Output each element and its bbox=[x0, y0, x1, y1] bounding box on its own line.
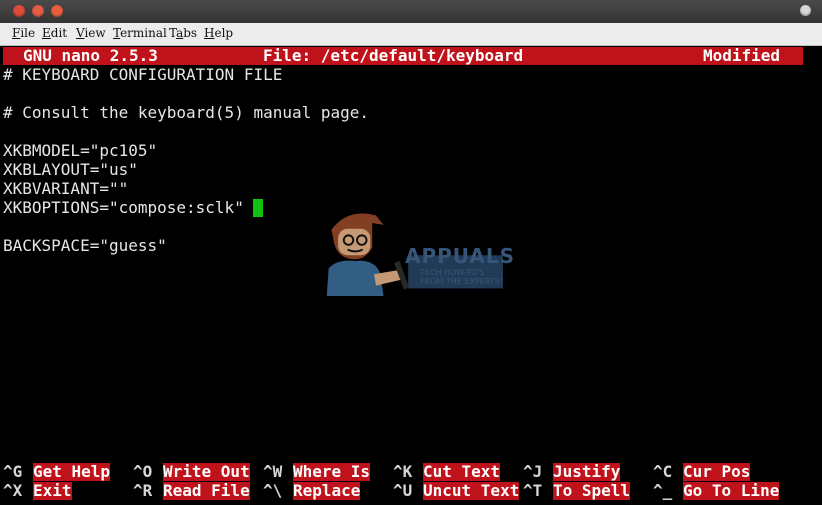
watermark-tagline: TECH HOW-TO'S FROM THE EXPERTS! bbox=[420, 268, 503, 286]
file-line: # KEYBOARD CONFIGURATION FILE bbox=[3, 65, 283, 84]
shortcut-go-to-line[interactable]: Go To Line bbox=[683, 482, 780, 500]
nano-header-bar: GNU nano 2.5.3 File: /etc/default/keyboa… bbox=[3, 47, 803, 65]
shortcut-exit[interactable]: Exit bbox=[33, 482, 72, 500]
menu-terminal[interactable]: Terminal bbox=[113, 26, 167, 40]
terminal-window: File Edit View Terminal Tabs Help GNU na… bbox=[0, 0, 822, 505]
shortcut-read-file[interactable]: Read File bbox=[163, 482, 250, 500]
shortcut-cut-text[interactable]: Cut Text bbox=[423, 463, 501, 481]
menu-help[interactable]: Help bbox=[204, 26, 233, 40]
close-window-button[interactable] bbox=[13, 5, 25, 17]
nano-version: GNU nano 2.5.3 bbox=[23, 46, 158, 65]
shortcut-uncut-text[interactable]: Uncut Text bbox=[423, 482, 520, 500]
shortcut-key: ^R bbox=[133, 481, 153, 500]
watermark-brand: APPUALS bbox=[405, 244, 516, 268]
minimize-window-button[interactable] bbox=[32, 5, 44, 17]
shortcut-justify[interactable]: Justify bbox=[553, 463, 621, 481]
menu-file-label: ile bbox=[20, 26, 36, 40]
menu-edit[interactable]: Edit bbox=[42, 26, 67, 40]
shortcut-where-is[interactable]: Where Is bbox=[293, 463, 371, 481]
shortcut-key: ^U bbox=[393, 481, 413, 500]
text-cursor bbox=[253, 199, 263, 217]
title-bar bbox=[0, 0, 822, 23]
menu-view-label: iew bbox=[84, 26, 106, 40]
file-line: XKBVARIANT="" bbox=[3, 179, 129, 198]
shortcut-key: ^J bbox=[523, 462, 543, 481]
maximize-window-button[interactable] bbox=[51, 5, 63, 17]
menu-help-mnemonic: H bbox=[204, 26, 215, 40]
nano-modified-status: Modified bbox=[703, 46, 781, 65]
shortcut-key: ^O bbox=[133, 462, 153, 481]
menu-bar: File Edit View Terminal Tabs Help bbox=[0, 23, 822, 46]
menu-edit-label: dit bbox=[50, 26, 68, 40]
menu-file[interactable]: File bbox=[12, 26, 35, 40]
shortcut-get-help[interactable]: Get Help bbox=[33, 463, 111, 481]
window-menu-button[interactable] bbox=[800, 5, 811, 16]
file-line: BACKSPACE="guess" bbox=[3, 236, 167, 255]
shortcut-key: ^\ bbox=[263, 481, 283, 500]
shortcut-key: ^T bbox=[523, 481, 543, 500]
shortcut-to-spell[interactable]: To Spell bbox=[553, 482, 631, 500]
shortcut-key: ^W bbox=[263, 462, 283, 481]
file-line: XKBLAYOUT="us" bbox=[3, 160, 138, 179]
shortcut-key: ^_ bbox=[653, 481, 673, 500]
menu-terminal-label: erminal bbox=[120, 26, 167, 40]
file-line: XKBMODEL="pc105" bbox=[3, 141, 158, 160]
shortcut-key: ^X bbox=[3, 481, 23, 500]
menu-tabs-label: bs bbox=[183, 26, 198, 40]
shortcut-key: ^K bbox=[393, 462, 413, 481]
file-line: XKBOPTIONS="compose:sclk" bbox=[3, 198, 244, 217]
menu-help-label: elp bbox=[214, 26, 234, 40]
shortcut-cur-pos[interactable]: Cur Pos bbox=[683, 463, 751, 481]
shortcut-write-out[interactable]: Write Out bbox=[163, 463, 250, 481]
shortcut-replace[interactable]: Replace bbox=[293, 482, 361, 500]
menu-tabs[interactable]: Tabs bbox=[169, 26, 197, 40]
nano-file-name: File: /etc/default/keyboard bbox=[263, 46, 524, 65]
shortcut-key: ^G bbox=[3, 462, 23, 481]
menu-edit-mnemonic: E bbox=[42, 26, 51, 40]
menu-view[interactable]: View bbox=[76, 26, 106, 40]
terminal-area[interactable]: GNU nano 2.5.3 File: /etc/default/keyboa… bbox=[0, 46, 822, 505]
file-line: # Consult the keyboard(5) manual page. bbox=[3, 103, 370, 122]
shortcut-key: ^C bbox=[653, 462, 673, 481]
